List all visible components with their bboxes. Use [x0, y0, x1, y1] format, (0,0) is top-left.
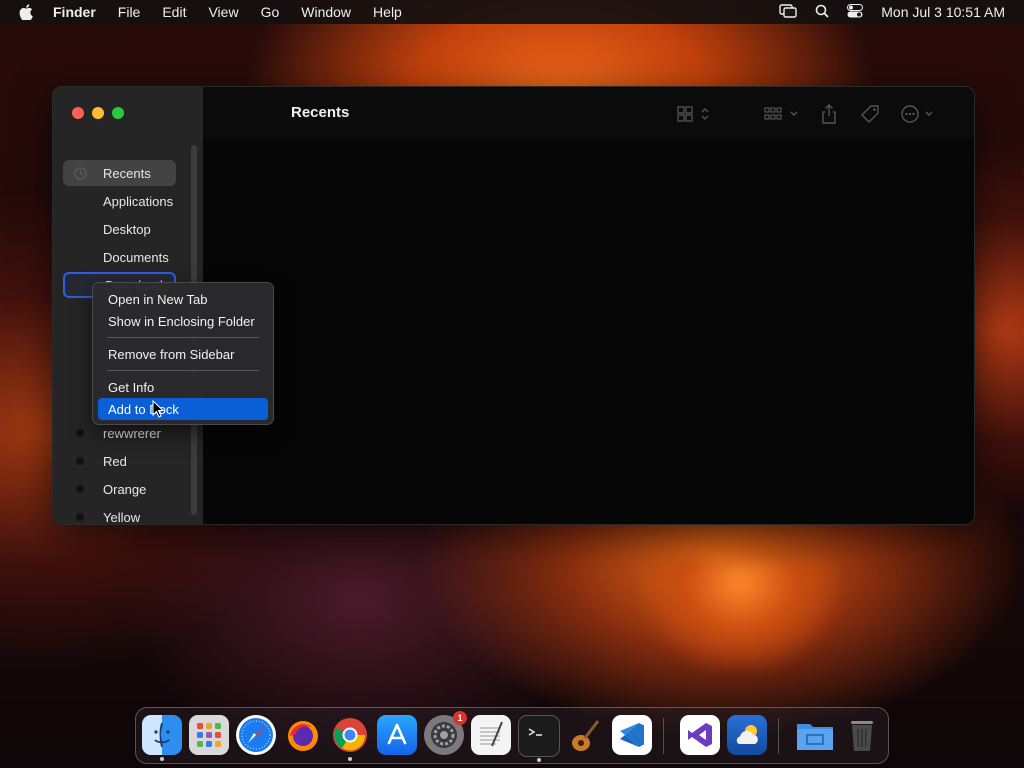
notification-badge: 1 — [453, 711, 467, 725]
sidebar-tag-label: rewwrerer — [103, 425, 161, 441]
share-icon[interactable] — [821, 104, 837, 124]
menu-help[interactable]: Help — [373, 4, 402, 20]
tag-dot-icon — [76, 485, 84, 493]
instruments-icon[interactable] — [565, 715, 605, 755]
finder-toolbar: Recents — [203, 87, 974, 139]
menu-item-label: Get Info — [108, 379, 155, 395]
sidebar-item-desktop[interactable]: Desktop — [63, 216, 176, 242]
desktop-icon — [73, 222, 87, 236]
terminal-icon[interactable] — [518, 715, 560, 762]
menu-item-open-in-new-tab[interactable]: Open in New Tab — [98, 288, 268, 310]
menu-item-remove-from-sidebar[interactable]: Remove from Sidebar — [98, 343, 268, 365]
tag-icon[interactable] — [860, 104, 880, 124]
menu-window[interactable]: Window — [301, 4, 351, 20]
chrome-icon[interactable] — [330, 715, 370, 761]
launchpad-icon[interactable] — [189, 715, 229, 755]
apple-menu-icon[interactable] — [19, 4, 35, 20]
sidebar-tag-label: Red — [103, 453, 127, 469]
menu-go[interactable]: Go — [261, 4, 280, 20]
clock-icon — [73, 166, 87, 180]
sidebar-tag-red[interactable]: Red — [63, 448, 176, 474]
more-actions-icon[interactable] — [901, 104, 937, 124]
menu-item-get-info[interactable]: Get Info — [98, 376, 268, 398]
tag-dot-icon — [76, 457, 84, 465]
dock: 1 — [135, 707, 889, 764]
menu-view[interactable]: View — [208, 4, 238, 20]
menu-item-add-to-dock[interactable]: Add to Dock — [98, 398, 268, 420]
screen-mirroring-icon[interactable] — [779, 3, 797, 21]
menu-item-label: Show in Enclosing Folder — [108, 313, 255, 329]
finder-icon[interactable] — [142, 715, 182, 761]
visual-studio-icon[interactable] — [680, 715, 720, 755]
sidebar-tag-label: Yellow — [103, 509, 141, 525]
safari-icon[interactable] — [236, 715, 276, 755]
dock-divider — [778, 718, 779, 754]
documents-icon — [73, 250, 87, 264]
window-controls — [72, 107, 124, 119]
menu-item-label: Open in New Tab — [108, 291, 208, 307]
firefox-icon[interactable] — [283, 715, 323, 755]
menu-bar-clock[interactable]: Mon Jul 3 10:51 AM — [881, 4, 1005, 20]
app-store-icon[interactable] — [377, 715, 417, 755]
trash-icon[interactable] — [842, 715, 882, 755]
group-by-icon[interactable] — [764, 104, 800, 124]
control-center-icon[interactable] — [847, 3, 864, 21]
sidebar-item-applications[interactable]: Applications — [63, 188, 176, 214]
menu-bar: Finder File Edit View Go Window Help Mon… — [0, 0, 1024, 24]
menu-item-show-in-enclosing-folder[interactable]: Show in Enclosing Folder — [98, 310, 268, 332]
downloads-folder-icon[interactable] — [795, 715, 835, 755]
sidebar-item-documents[interactable]: Documents — [63, 244, 176, 270]
visual-studio-code-icon[interactable] — [612, 715, 652, 755]
spotlight-search-icon[interactable] — [815, 4, 829, 21]
sidebar-item-label: Recents — [103, 165, 151, 181]
tag-dot-icon — [76, 429, 84, 437]
sidebar-tag-yellow[interactable]: Yellow — [63, 504, 176, 525]
sidebar-context-menu: Open in New Tab Show in Enclosing Folder… — [92, 282, 274, 425]
menu-edit[interactable]: Edit — [162, 4, 186, 20]
textedit-icon[interactable] — [471, 715, 511, 755]
tag-dot-icon — [76, 513, 84, 521]
mouse-pointer-icon — [152, 400, 164, 418]
sidebar-item-label: Desktop — [103, 221, 151, 237]
sidebar-item-label: Applications — [103, 193, 174, 209]
sidebar-item-label: Documents — [103, 249, 169, 265]
sidebar-tag-label: Orange — [103, 481, 147, 497]
zoom-button[interactable] — [112, 107, 124, 119]
view-mode-grid-icon[interactable] — [677, 104, 711, 124]
file-browser-content[interactable] — [203, 139, 974, 524]
menu-app-name[interactable]: Finder — [53, 4, 96, 20]
close-button[interactable] — [72, 107, 84, 119]
menu-separator — [107, 337, 259, 338]
system-settings-icon[interactable]: 1 — [424, 711, 467, 755]
downloads-icon — [75, 278, 89, 292]
menu-file[interactable]: File — [118, 4, 141, 20]
dock-divider — [663, 718, 664, 754]
menu-item-label: Remove from Sidebar — [108, 346, 235, 362]
applications-icon — [73, 194, 87, 208]
sidebar-tag-orange[interactable]: Orange — [63, 476, 176, 502]
menu-item-label: Add to Dock — [108, 401, 179, 417]
weather-icon[interactable] — [727, 715, 767, 755]
minimize-button[interactable] — [92, 107, 104, 119]
sidebar-item-recents[interactable]: Recents — [63, 160, 176, 186]
window-title: Recents — [291, 104, 350, 121]
menu-separator — [107, 370, 259, 371]
